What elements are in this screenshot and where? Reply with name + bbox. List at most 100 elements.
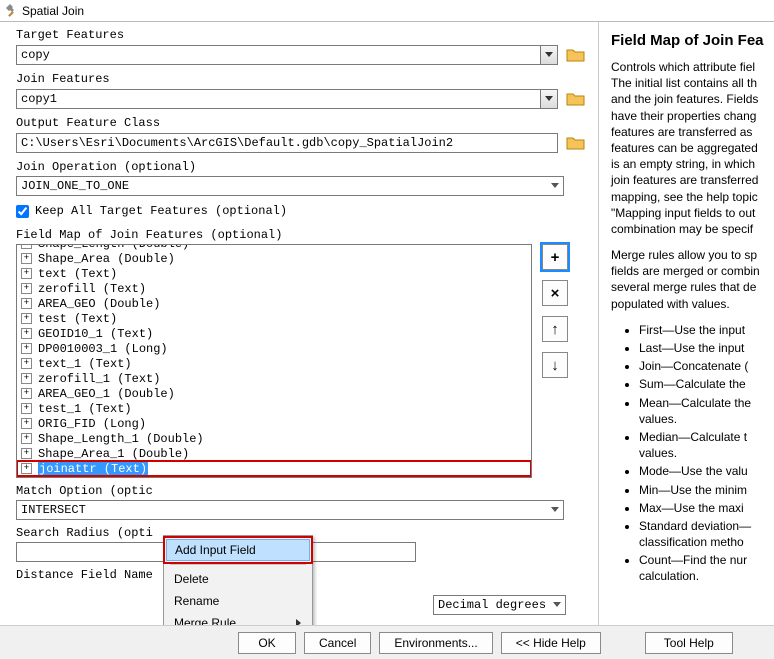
tree-expand-icon[interactable]: + [21,328,32,339]
keep-all-checkbox[interactable] [16,205,29,218]
chevron-down-icon[interactable] [540,90,557,108]
cm-delete[interactable]: Delete [166,568,310,590]
fieldmap-item-label: Shape_Area_1 (Double) [38,447,189,461]
help-bullet-list: First—Use the inputLast—Use the inputJoi… [611,322,768,585]
fieldmap-item[interactable]: + ORIG_FID (Long) [17,416,531,431]
fieldmap-item-label: Shape_Length_1 (Double) [38,432,204,446]
tree-expand-icon[interactable]: + [21,388,32,399]
hide-help-button[interactable]: << Hide Help [501,632,601,654]
fieldmap-item[interactable]: + GEOID10_1 (Text) [17,326,531,341]
fieldmap-item[interactable]: + DP0010003_1 (Long) [17,341,531,356]
label-join-features: Join Features [16,72,588,86]
add-field-button[interactable]: + [542,244,568,270]
separator [170,564,306,565]
cm-rename[interactable]: Rename [166,590,310,612]
help-bullet: Standard deviation— classification metho [639,518,768,550]
tree-expand-icon[interactable]: + [21,463,32,474]
output-fc-input[interactable] [16,133,558,153]
units-value: Decimal degrees [438,598,546,612]
fieldmap-item[interactable]: + AREA_GEO (Double) [17,296,531,311]
environments-button[interactable]: Environments... [379,632,492,654]
join-features-dropdown[interactable]: copy1 [16,89,558,109]
help-bullet: Join—Concatenate ( [639,358,768,374]
browse-target-button[interactable] [564,44,588,66]
submenu-arrow-icon [296,616,302,625]
tree-expand-icon[interactable]: + [21,358,32,369]
tree-expand-icon[interactable]: + [21,283,32,294]
cm-add-input-field[interactable]: Add Input Field [166,539,310,561]
tree-expand-icon[interactable]: + [21,313,32,324]
match-option-dropdown[interactable]: INTERSECT [16,500,564,520]
fieldmap-item-label: joinattr (Text) [38,462,148,476]
fieldmap-item[interactable]: + test_1 (Text) [17,401,531,416]
help-bullet: Min—Use the minim [639,482,768,498]
help-bullet: Count—Find the nur calculation. [639,552,768,584]
fieldmap-item[interactable]: + joinattr (Text) [17,461,531,476]
fieldmap-item[interactable]: + text_1 (Text) [17,356,531,371]
fieldmap-item[interactable]: +zerofill (Text) [17,281,531,296]
fieldmap-item[interactable]: +text (Text) [17,266,531,281]
help-bullet: Median—Calculate t values. [639,429,768,461]
target-features-value: copy [21,48,50,62]
fieldmap-item-label: text_1 (Text) [38,357,132,371]
help-bullet: Last—Use the input [639,340,768,356]
ok-button[interactable]: OK [238,632,296,654]
label-target-features: Target Features [16,28,588,42]
fieldmap-item-label: ORIG_FID (Long) [38,417,146,431]
fieldmap-item[interactable]: + Shape_Length (Double) [17,244,531,251]
join-operation-dropdown[interactable]: JOIN_ONE_TO_ONE [16,176,564,196]
move-up-button[interactable]: ↑ [542,316,568,342]
fieldmap-item-label: GEOID10_1 (Text) [38,327,153,341]
tree-expand-icon[interactable]: + [21,253,32,264]
help-bullet: Mode—Use the valu [639,463,768,479]
help-heading: Field Map of Join Fea [611,32,768,49]
chevron-down-icon[interactable] [546,501,563,519]
tree-expand-icon[interactable]: + [21,403,32,414]
help-para1: Controls which attribute fiel The initia… [611,59,768,237]
fieldmap-item-label: Shape_Length (Double) [38,244,189,251]
fieldmap-tree[interactable]: +DP0010003 (Long)+Shape_Length (Double)+… [16,244,532,478]
tree-expand-icon[interactable]: + [21,298,32,309]
tree-expand-icon[interactable]: + [21,418,32,429]
fieldmap-item-label: AREA_GEO (Double) [38,297,160,311]
label-fieldmap: Field Map of Join Features (optional) [16,228,588,242]
tree-expand-icon[interactable]: + [21,448,32,459]
fieldmap-item[interactable]: +zerofill_1 (Text) [17,371,531,386]
help-bullet: Max—Use the maxi [639,500,768,516]
label-join-op: Join Operation (optional) [16,160,588,174]
tree-expand-icon[interactable]: + [21,268,32,279]
tree-expand-icon[interactable]: + [21,373,32,384]
fieldmap-item[interactable]: + test (Text) [17,311,531,326]
fieldmap-item[interactable]: + AREA_GEO_1 (Double) [17,386,531,401]
match-option-value: INTERSECT [21,503,86,517]
titlebar: Spatial Join [0,0,774,22]
tree-expand-icon[interactable]: + [21,244,32,249]
remove-field-button[interactable]: × [542,280,568,306]
fieldmap-item[interactable]: + Shape_Area_1 (Double) [17,446,531,461]
fieldmap-item-label: test_1 (Text) [38,402,132,416]
fieldmap-item[interactable]: + Shape_Length_1 (Double) [17,431,531,446]
hammer-icon [4,4,18,18]
chevron-down-icon[interactable] [548,596,565,614]
fieldmap-item-label: test (Text) [38,312,117,326]
target-features-dropdown[interactable]: copy [16,45,558,65]
browse-join-button[interactable] [564,88,588,110]
tree-expand-icon[interactable]: + [21,343,32,354]
help-para2: Merge rules allow you to sp fields are m… [611,247,768,312]
footer: OK Cancel Environments... << Hide Help T… [0,625,774,659]
chevron-down-icon[interactable] [546,177,563,195]
tree-expand-icon[interactable]: + [21,433,32,444]
fieldmap-item-label: DP0010003_1 (Long) [38,342,168,356]
fieldmap-item-label: AREA_GEO_1 (Double) [38,387,175,401]
move-down-button[interactable]: ↓ [542,352,568,378]
chevron-down-icon[interactable] [540,46,557,64]
tool-help-button[interactable]: Tool Help [645,632,733,654]
fieldmap-item[interactable]: +Shape_Area (Double) [17,251,531,266]
browse-output-button[interactable] [564,132,588,154]
label-match-option: Match Option (optic [16,484,588,498]
join-features-value: copy1 [21,92,57,106]
cm-merge-rule[interactable]: Merge Rule [166,612,310,625]
cancel-button[interactable]: Cancel [304,632,371,654]
units-dropdown[interactable]: Decimal degrees [433,595,566,615]
help-bullet: Sum—Calculate the [639,376,768,392]
